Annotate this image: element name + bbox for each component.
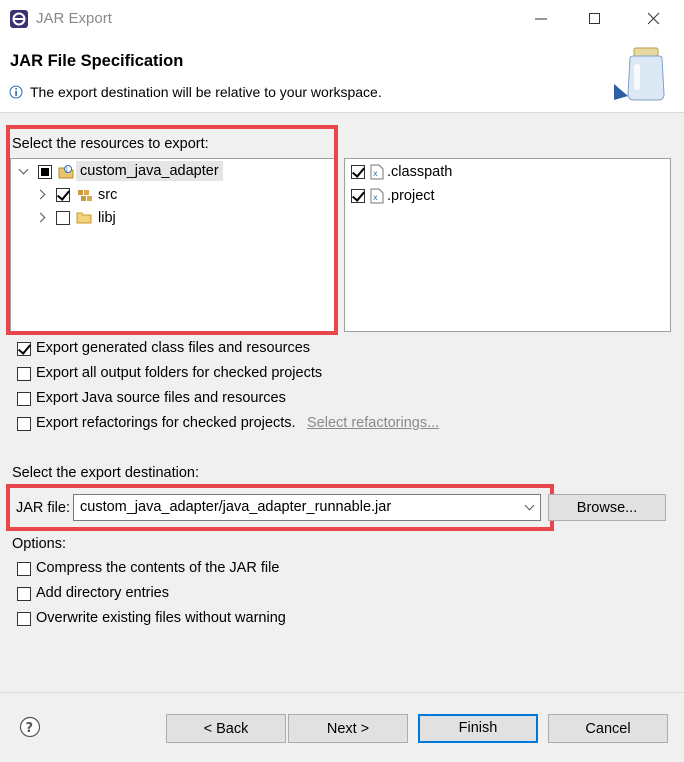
overwrite-label[interactable]: Overwrite existing files without warning — [36, 610, 286, 626]
cancel-button[interactable]: Cancel — [548, 714, 668, 743]
page-title: JAR File Specification — [10, 52, 184, 70]
back-button-label: < Back — [203, 721, 249, 737]
footer-divider — [0, 692, 684, 693]
file-checkbox-classpath[interactable] — [351, 165, 365, 179]
close-button[interactable] — [640, 8, 666, 30]
add-directory-entries-checkbox[interactable] — [17, 587, 31, 601]
next-button[interactable]: Next > — [288, 714, 408, 743]
overwrite-checkbox[interactable] — [17, 612, 31, 626]
select-refactorings-link[interactable]: Select refactorings... — [307, 415, 439, 431]
compress-label[interactable]: Compress the contents of the JAR file — [36, 560, 279, 576]
minimize-button[interactable] — [528, 8, 554, 30]
svg-text:?: ? — [26, 721, 34, 736]
export-output-folders-label[interactable]: Export all output folders for checked pr… — [36, 365, 322, 381]
export-java-source-label[interactable]: Export Java source files and resources — [36, 390, 286, 406]
export-java-source-checkbox[interactable] — [17, 392, 31, 406]
finish-button[interactable]: Finish — [418, 714, 538, 743]
svg-text:x: x — [373, 193, 378, 202]
file-list[interactable] — [344, 158, 671, 332]
options-label: Options: — [12, 536, 66, 552]
file-item-classpath[interactable]: .classpath — [387, 164, 452, 180]
compress-checkbox[interactable] — [17, 562, 31, 576]
header-message: The export destination will be relative … — [30, 84, 382, 100]
resources-highlight-box — [6, 125, 338, 335]
browse-button-label: Browse... — [576, 500, 638, 516]
export-output-folders-checkbox[interactable] — [17, 367, 31, 381]
file-checkbox-project[interactable] — [351, 189, 365, 203]
svg-text:x: x — [373, 169, 378, 178]
finish-button-label: Finish — [458, 720, 498, 736]
export-class-files-checkbox[interactable] — [17, 342, 31, 356]
file-item-project[interactable]: .project — [387, 188, 435, 204]
jar-icon — [612, 44, 668, 104]
next-button-label: Next > — [326, 721, 370, 737]
info-icon — [9, 85, 23, 99]
window-title: JAR Export — [36, 10, 112, 27]
xml-file-icon: x — [370, 164, 384, 180]
help-icon[interactable]: ? — [19, 716, 41, 738]
destination-label: Select the export destination: — [12, 465, 200, 481]
wizard-header — [0, 38, 684, 113]
export-class-files-label[interactable]: Export generated class files and resourc… — [36, 340, 310, 356]
add-directory-entries-label[interactable]: Add directory entries — [36, 585, 169, 601]
back-button[interactable]: < Back — [166, 714, 286, 743]
browse-button[interactable]: Browse... — [548, 494, 666, 521]
xml-file-icon: x — [370, 188, 384, 204]
export-refactorings-label[interactable]: Export refactorings for checked projects… — [36, 415, 296, 431]
destination-highlight-box — [6, 484, 554, 531]
maximize-button[interactable] — [582, 8, 608, 30]
eclipse-icon — [9, 9, 29, 29]
cancel-button-label: Cancel — [585, 721, 631, 737]
export-refactorings-checkbox[interactable] — [17, 417, 31, 431]
